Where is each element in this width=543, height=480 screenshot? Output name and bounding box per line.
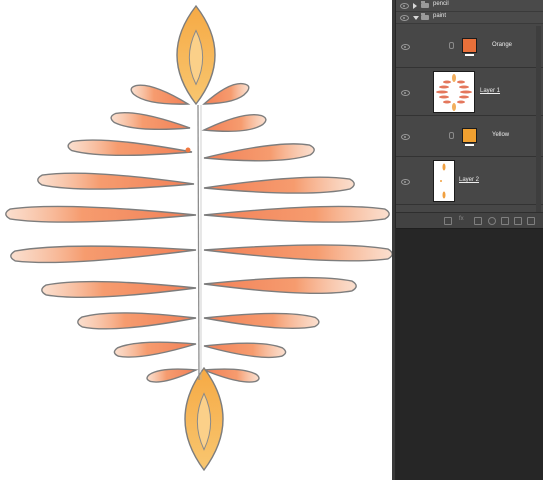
visibility-eye-icon[interactable]: [400, 15, 409, 21]
thumbnail-art: [440, 163, 446, 199]
add-mask-icon[interactable]: [474, 217, 482, 225]
layer-name[interactable]: Orange: [492, 42, 512, 48]
visibility-eye-icon[interactable]: [401, 90, 410, 96]
visibility-eye-icon[interactable]: [401, 44, 410, 50]
adjustment-layer-icon[interactable]: [488, 217, 496, 225]
visibility-eye-icon[interactable]: [400, 3, 409, 9]
document-canvas[interactable]: [0, 0, 392, 480]
folder-icon: [421, 13, 429, 20]
thumbnail-art: [436, 74, 472, 111]
layer-row-layer-1[interactable]: Layer 1: [396, 68, 543, 116]
layers-footer-toolbar: fx: [396, 212, 543, 228]
layer-row-yellow[interactable]: Yellow: [396, 116, 543, 157]
layer-row-layer-2[interactable]: Layer 2: [396, 157, 543, 205]
clipping-link-icon: [449, 132, 454, 139]
layer-thumbnail[interactable]: [433, 160, 455, 202]
leaflet-right-1: [204, 83, 249, 104]
fx-icon[interactable]: fx: [459, 216, 464, 222]
trash-icon[interactable]: [527, 217, 535, 225]
folder-icon: [421, 1, 429, 8]
leaflet-left-7: [41, 281, 197, 298]
leaflet-left-2: [111, 112, 190, 130]
leaflet-right-7: [204, 277, 357, 294]
layer-group-pencil[interactable]: pencil: [396, 0, 543, 12]
layer-name[interactable]: Yellow: [492, 132, 509, 138]
clipping-link-icon: [449, 42, 454, 49]
leaflet-right-5: [204, 206, 390, 223]
layer-name[interactable]: Layer 1: [480, 88, 500, 94]
link-layers-icon[interactable]: [444, 217, 452, 225]
collapse-arrow-icon[interactable]: [413, 16, 419, 20]
layer-row-orange[interactable]: Orange: [396, 24, 543, 68]
new-group-icon[interactable]: [501, 217, 509, 225]
visibility-eye-icon[interactable]: [401, 179, 410, 185]
visibility-eye-icon[interactable]: [401, 134, 410, 140]
leaflet-left-5: [5, 206, 197, 223]
group-name: paint: [433, 13, 447, 19]
paint-dot: [185, 147, 191, 153]
layer-group-paint[interactable]: paint: [396, 12, 543, 24]
layers-panel: pencil paint Orange Layer 1 Yellow Layer…: [396, 0, 543, 229]
expand-arrow-icon[interactable]: [413, 3, 417, 9]
fill-color-swatch[interactable]: [462, 38, 477, 56]
fill-color-swatch[interactable]: [462, 128, 477, 146]
new-layer-icon[interactable]: [514, 217, 522, 225]
group-name: pencil: [433, 1, 449, 7]
layer-thumbnail[interactable]: [433, 71, 475, 113]
layer-name[interactable]: Layer 2: [459, 177, 479, 183]
layers-scrollbar[interactable]: [536, 26, 541, 212]
leaflet-left-1: [131, 85, 188, 105]
leaf-artwork: [5, 4, 392, 472]
